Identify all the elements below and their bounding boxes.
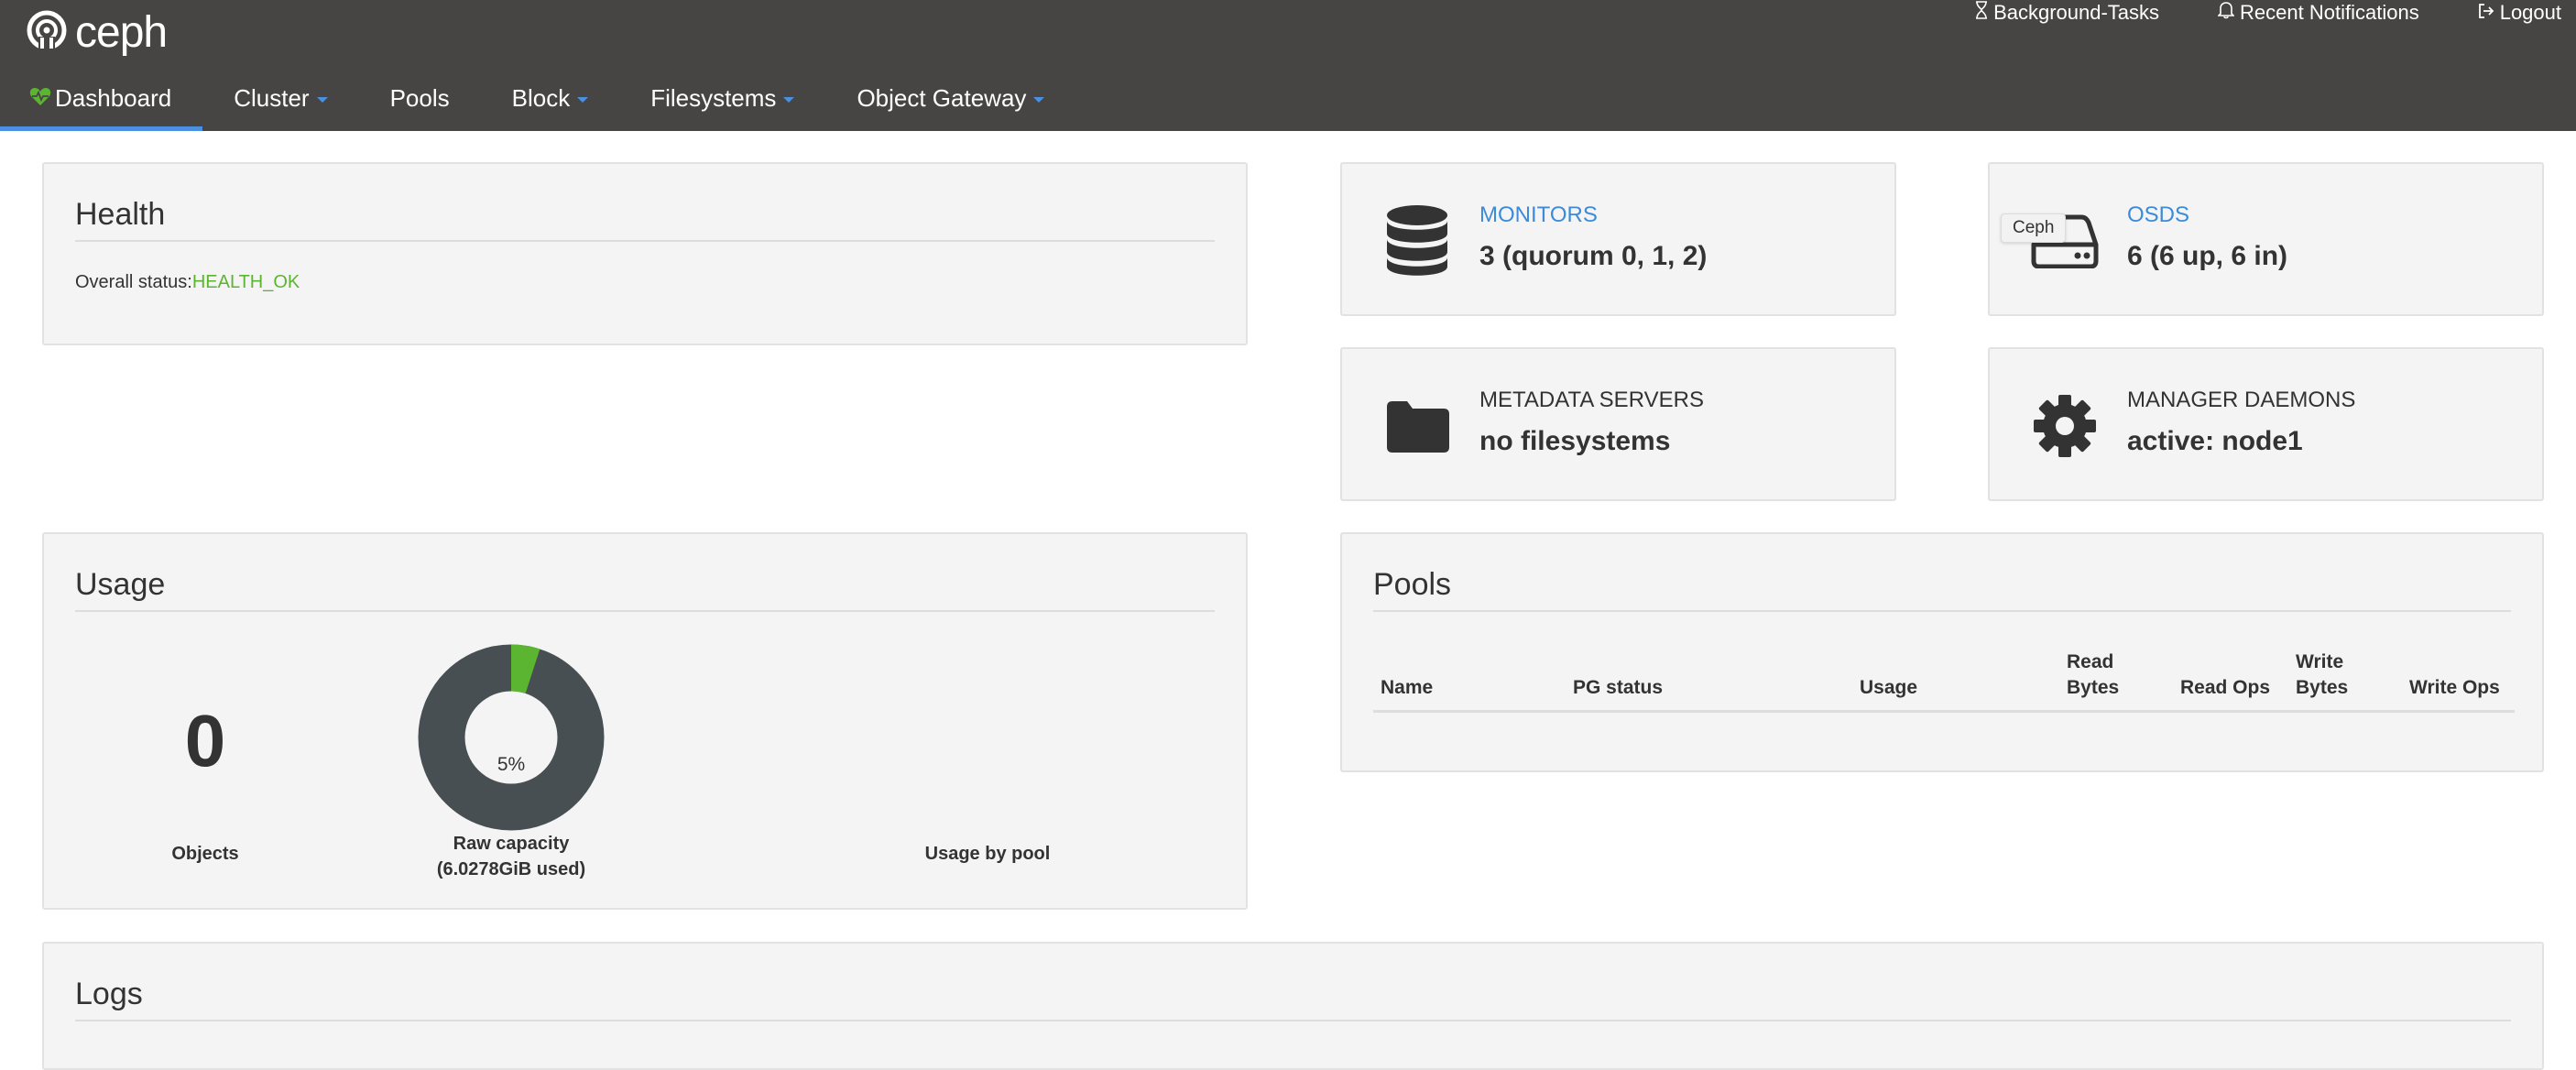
- col-pg-status[interactable]: PG status: [1566, 650, 1852, 713]
- col-name[interactable]: Name: [1373, 650, 1566, 713]
- health-title: Health: [75, 197, 1215, 242]
- col-write-bytes-line1: Write: [2296, 651, 2344, 672]
- ceph-logo[interactable]: ceph: [26, 5, 168, 59]
- nav-cluster[interactable]: Cluster: [202, 66, 358, 131]
- nav-object-gateway-label: Object Gateway: [857, 84, 1027, 112]
- logout-link[interactable]: Logout: [2478, 1, 2561, 25]
- caret-down-icon: [1033, 97, 1045, 103]
- caret-down-icon: [783, 97, 795, 103]
- folder-icon: [1382, 388, 1452, 464]
- col-read-bytes[interactable]: Read Bytes: [2059, 650, 2173, 713]
- monitors-card: MONITORS 3 (quorum 0, 1, 2): [1340, 162, 1896, 316]
- bell-icon: [2217, 1, 2235, 25]
- monitors-value: 3 (quorum 0, 1, 2): [1479, 241, 1708, 271]
- col-read-bytes-line1: Read: [2067, 651, 2114, 672]
- metadata-servers-label: METADATA SERVERS: [1479, 388, 1704, 412]
- monitors-link[interactable]: MONITORS: [1479, 202, 1598, 228]
- main-nav: Dashboard Cluster Pools Block Filesystem…: [0, 66, 1075, 131]
- nav-pools[interactable]: Pools: [359, 66, 481, 131]
- raw-capacity-label: Raw capacity (6.0278GiB used): [392, 831, 630, 882]
- col-write-ops[interactable]: Write Ops: [2402, 650, 2515, 713]
- pools-panel: Pools Name PG status Usage Read Bytes Re…: [1340, 532, 2544, 772]
- overall-status-value: HEALTH_OK: [191, 272, 300, 292]
- nav-dashboard[interactable]: Dashboard: [0, 66, 203, 131]
- ceph-tooltip: Ceph: [2001, 213, 2067, 243]
- utility-links: Background-Tasks Recent Notifications Lo…: [1975, 0, 2561, 26]
- sign-out-icon: [2478, 1, 2494, 25]
- col-write-bytes-line2: Bytes: [2296, 677, 2349, 698]
- raw-capacity-percent: 5%: [497, 754, 526, 775]
- osds-value: 6 (6 up, 6 in): [2127, 241, 2288, 271]
- top-navbar: ceph Background-Tasks Recent Notificatio…: [0, 0, 2576, 131]
- raw-capacity-label-line2: (6.0278GiB used): [436, 859, 586, 879]
- recent-notifications-label: Recent Notifications: [2240, 1, 2419, 24]
- nav-block[interactable]: Block: [481, 66, 620, 131]
- pools-title: Pools: [1373, 567, 2511, 612]
- col-read-bytes-line2: Bytes: [2067, 677, 2120, 698]
- objects-count: 0: [184, 700, 226, 781]
- overall-status-label: Overall status:: [75, 272, 192, 292]
- background-tasks-label: Background-Tasks: [1993, 1, 2160, 24]
- heartbeat-icon: [29, 84, 51, 113]
- database-icon: [1382, 202, 1452, 279]
- metadata-servers-value: no filesystems: [1479, 426, 1671, 456]
- logout-label: Logout: [2499, 1, 2561, 24]
- recent-notifications-link[interactable]: Recent Notifications: [2217, 1, 2419, 25]
- usage-panel: Usage 0 Objects 5% Raw capacity (6.0278G…: [42, 532, 1248, 910]
- manager-daemons-card: MANAGER DAEMONS active: node1: [1988, 347, 2544, 501]
- brand-name: ceph: [75, 7, 168, 57]
- nav-filesystems-label: Filesystems: [650, 84, 777, 112]
- nav-dashboard-label: Dashboard: [55, 84, 172, 112]
- osds-link[interactable]: OSDS: [2127, 202, 2189, 228]
- ceph-logo-icon: [26, 9, 68, 56]
- nav-object-gateway[interactable]: Object Gateway: [825, 66, 1075, 131]
- hourglass-icon: [1975, 1, 1988, 25]
- usage-by-pool-label: Usage by pool: [924, 844, 1051, 864]
- nav-block-label: Block: [511, 84, 571, 112]
- caret-down-icon: [316, 97, 328, 103]
- manager-daemons-label: MANAGER DAEMONS: [2127, 388, 2356, 412]
- gear-icon: [2030, 388, 2100, 464]
- col-read-ops[interactable]: Read Ops: [2173, 650, 2288, 713]
- pools-table-header: Name PG status Usage Read Bytes Read Ops…: [1373, 650, 2515, 713]
- background-tasks-link[interactable]: Background-Tasks: [1975, 1, 2159, 25]
- logs-title: Logs: [75, 977, 2511, 1021]
- col-usage[interactable]: Usage: [1852, 650, 2059, 713]
- manager-daemons-value: active: node1: [2127, 426, 2303, 456]
- logs-panel: Logs: [42, 942, 2544, 1070]
- health-panel: Health Overall status:HEALTH_OK: [42, 162, 1248, 345]
- nav-filesystems[interactable]: Filesystems: [619, 66, 825, 131]
- objects-label: Objects: [171, 844, 239, 864]
- metadata-servers-card: METADATA SERVERS no filesystems: [1340, 347, 1896, 501]
- col-write-bytes[interactable]: Write Bytes: [2288, 650, 2402, 713]
- nav-cluster-label: Cluster: [234, 84, 310, 112]
- nav-pools-label: Pools: [389, 84, 450, 112]
- caret-down-icon: [577, 97, 589, 103]
- usage-title: Usage: [75, 567, 1215, 612]
- raw-capacity-label-line1: Raw capacity: [453, 834, 570, 854]
- osds-card: Ceph OSDS 6 (6 up, 6 in): [1988, 162, 2544, 316]
- pools-table: Name PG status Usage Read Bytes Read Ops…: [1373, 650, 2515, 713]
- overall-status: Overall status:HEALTH_OK: [75, 272, 300, 293]
